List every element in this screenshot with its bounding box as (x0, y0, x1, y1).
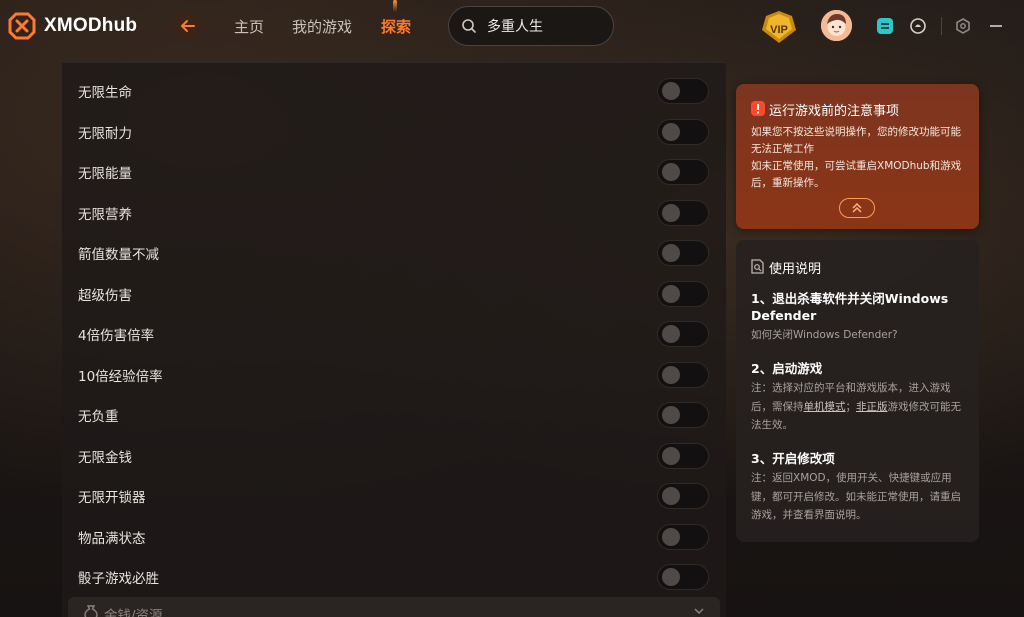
mod-label: 无限耐力 (78, 125, 132, 142)
mod-label: 超级伤害 (78, 287, 132, 304)
mod-toggle[interactable] (657, 321, 709, 347)
notice-card: 运行游戏前的注意事项 如果您不按这些说明操作，您的修改功能可能无法正常工作 如未… (736, 84, 979, 229)
notice-body: 如果您不按这些说明操作，您的修改功能可能无法正常工作 如未正常使用，可尝试重启X… (751, 124, 969, 192)
mod-row: 无限营养 (62, 191, 726, 231)
top-bar: XMODhub 主页 我的游戏 探索 多重人生 VIP (0, 0, 1024, 52)
mod-row: 无限能量 (62, 150, 726, 190)
usage-guide-card: 使用说明 1、退出杀毒软件并关闭Windows Defender 如何关闭Win… (736, 240, 979, 542)
mod-label: 物品满状态 (78, 530, 146, 547)
mod-toggle[interactable] (657, 118, 709, 145)
mod-row: 物品满状态 (62, 515, 726, 555)
mod-label: 骰子游戏必胜 (78, 571, 159, 587)
step3-title: 3、开启修改项 (751, 451, 835, 466)
money-bag-icon (84, 605, 98, 617)
mod-toggle[interactable] (657, 523, 709, 550)
back-button[interactable] (173, 11, 202, 40)
avatar[interactable] (819, 8, 854, 43)
vip-badge-icon[interactable]: VIP (760, 10, 798, 44)
notice-text-2: 如未正常使用，可尝试重启XMODhub和游戏后，重新操作。 (751, 160, 962, 189)
mod-toggle[interactable] (657, 240, 709, 266)
mod-label: 4倍伤害倍率 (78, 328, 155, 344)
toggle-knob (662, 203, 680, 222)
mod-toggle[interactable] (657, 564, 709, 590)
xmodhub-logo-icon (8, 12, 36, 40)
vip-text: VIP (770, 24, 788, 36)
mod-label: 无限生命 (78, 85, 132, 101)
section-label: 金钱/资源 (104, 608, 163, 617)
mod-toggle[interactable] (657, 361, 709, 388)
mod-row: 骰子游戏必胜 (62, 555, 726, 595)
mod-label: 10倍经验倍率 (78, 368, 163, 385)
mod-list-panel: 无限生命 无限耐力 无限能量 无限营养 箭值数量不减 超级伤害 4倍伤害倍率 1… (62, 62, 726, 617)
search-input[interactable]: 多重人生 (487, 16, 543, 36)
step1-link[interactable]: 如何关闭Windows Defender? (751, 326, 969, 345)
nav-home[interactable]: 主页 (234, 16, 264, 37)
step1-title: 1、退出杀毒软件并关闭Windows Defender (751, 291, 949, 323)
mod-row: 超级伤害 (62, 272, 726, 312)
toggle-knob (662, 487, 680, 505)
mod-toggle[interactable] (657, 199, 709, 226)
toggle-knob (662, 365, 680, 384)
toggle-knob (662, 284, 680, 303)
mod-toggle[interactable] (657, 159, 709, 185)
section-header-money-resources[interactable]: 金钱/资源 (68, 597, 720, 617)
mod-row: 无限耐力 (62, 110, 726, 150)
settings-icon[interactable] (954, 17, 972, 35)
minimize-icon[interactable] (987, 17, 1005, 35)
mod-toggle[interactable] (657, 483, 709, 509)
nav-active-indicator (393, 0, 397, 12)
mod-label: 无限营养 (78, 206, 132, 223)
toggle-knob (662, 406, 680, 424)
mod-row: 箭值数量不减 (62, 231, 726, 271)
toggle-knob (662, 325, 680, 343)
notice-title: 运行游戏前的注意事项 (769, 104, 900, 119)
mod-row: 无限开锁器 (62, 474, 726, 514)
step3-body: 注：返回XMOD，使用开关、快捷键或应用键，都可开启修改。如未能正常使用，请重启… (751, 472, 961, 521)
toggle-knob (662, 244, 680, 262)
notice-text-1: 如果您不按这些说明操作，您的修改功能可能无法正常工作 (751, 126, 961, 155)
mod-toggle[interactable] (657, 280, 709, 307)
non-genuine-link[interactable]: 非正版 (856, 401, 888, 413)
nav-explore[interactable]: 探索 (381, 16, 411, 37)
mod-toggle[interactable] (657, 402, 709, 428)
mod-label: 无限开锁器 (78, 490, 146, 506)
logo-text: XMODhub (44, 15, 138, 36)
mod-toggle[interactable] (657, 78, 709, 104)
chevron-down-icon (694, 608, 704, 615)
nav-my-games[interactable]: 我的游戏 (292, 16, 352, 37)
mod-row: 无负重 (62, 393, 726, 433)
toggle-knob (662, 446, 680, 465)
mod-row: 无限金钱 (62, 434, 726, 474)
toggle-knob (662, 568, 680, 586)
mod-label: 无限金钱 (78, 449, 132, 466)
logo[interactable]: XMODhub (8, 12, 137, 40)
back-arrow-icon (180, 19, 195, 32)
collapse-button[interactable] (839, 198, 875, 218)
toggle-knob (662, 122, 680, 141)
switch-icon[interactable] (876, 17, 894, 35)
toggle-knob (662, 527, 680, 546)
mod-label: 无负重 (78, 409, 119, 425)
search-box[interactable]: 多重人生 (448, 6, 614, 46)
mod-row: 4倍伤害倍率 (62, 312, 726, 352)
user-avatar-icon (821, 10, 852, 41)
mod-label: 无限能量 (78, 166, 132, 182)
document-search-icon (751, 259, 764, 274)
step2-title: 2、启动游戏 (751, 361, 823, 376)
mod-row: 无限生命 (62, 69, 726, 109)
mod-label: 箭值数量不减 (78, 247, 159, 263)
search-icon (462, 19, 476, 33)
mod-row: 10倍经验倍率 (62, 353, 726, 393)
notification-icon[interactable] (909, 17, 927, 35)
toggle-knob (662, 82, 680, 100)
guide-title: 使用说明 (769, 262, 822, 277)
step2-body: 注：选择对应的平台和游戏版本，进入游戏后，需保持单机模式；非正版游戏修改可能无法… (751, 379, 969, 435)
step2-text-b: ； (845, 400, 857, 413)
mod-toggle[interactable] (657, 442, 709, 469)
single-player-link[interactable]: 单机模式 (804, 401, 846, 413)
warning-icon (751, 101, 765, 116)
header-divider (941, 17, 942, 35)
chevron-double-up-icon (852, 203, 862, 213)
toggle-knob (662, 163, 680, 181)
